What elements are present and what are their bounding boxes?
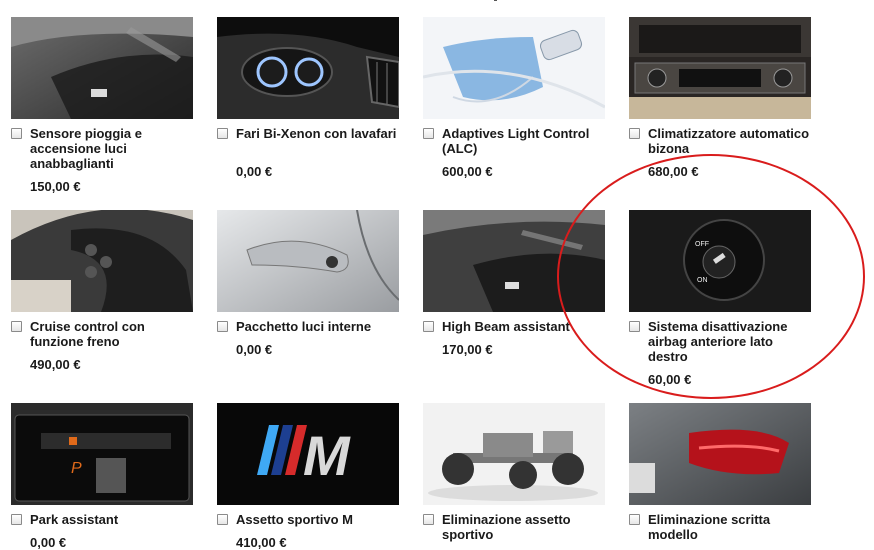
- product-name: Pacchetto luci interne: [236, 319, 372, 334]
- door-handle-image[interactable]: [217, 210, 399, 312]
- product-name: Fari Bi-Xenon con lavafari: [236, 126, 397, 141]
- product-checkbox[interactable]: [11, 128, 22, 139]
- tail-light-image[interactable]: [629, 403, 811, 505]
- park-display-image[interactable]: P: [11, 403, 193, 505]
- rear-view-mirror-sensor-image[interactable]: [423, 210, 605, 312]
- climate-control-panel-image[interactable]: [629, 17, 811, 119]
- adaptive-light-beam-image[interactable]: [423, 17, 605, 119]
- product-checkbox[interactable]: [423, 514, 434, 525]
- xenon-headlights-image[interactable]: [217, 17, 399, 119]
- product-checkbox[interactable]: [217, 321, 228, 332]
- product-price: 60,00 €: [648, 372, 692, 387]
- product-price: 170,00 €: [442, 342, 493, 357]
- product-name: High Beam assistant: [442, 319, 570, 334]
- product-checkbox[interactable]: [423, 321, 434, 332]
- airbag-key-switch-image[interactable]: OFF ON: [629, 210, 811, 312]
- park-letter: P: [71, 460, 82, 477]
- product-name: Assetto sportivo M: [236, 512, 354, 527]
- product-price: 490,00 €: [30, 357, 81, 372]
- airbag-on-label: ON: [697, 277, 708, 284]
- m-logo-letter: M: [303, 424, 351, 487]
- chassis-image[interactable]: [423, 403, 605, 505]
- product-price: 0,00 €: [30, 535, 67, 550]
- steering-wheel-buttons-image[interactable]: [11, 210, 193, 312]
- product-price: 410,00 €: [236, 535, 287, 550]
- product-name: Eliminazione scritta modello: [648, 512, 771, 542]
- product-name: Sensore pioggia e accensione luci anabba…: [30, 126, 142, 171]
- product-checkbox[interactable]: [629, 514, 640, 525]
- product-checkbox[interactable]: [11, 321, 22, 332]
- product-price: 0,00 €: [236, 164, 273, 179]
- product-checkbox[interactable]: [629, 321, 640, 332]
- product-name: Adaptives Light Control (ALC): [442, 126, 590, 156]
- airbag-off-label: OFF: [695, 241, 709, 248]
- product-price: 600,00 €: [442, 164, 493, 179]
- product-name: Cruise control con funzione freno: [30, 319, 145, 349]
- product-price: 0,00 €: [236, 342, 273, 357]
- product-name: Eliminazione assetto sportivo: [442, 512, 571, 542]
- cropped-text-fragment: [494, 0, 497, 1]
- product-checkbox[interactable]: [629, 128, 640, 139]
- product-name: Climatizzatore automatico bizona: [648, 126, 810, 156]
- product-price: 150,00 €: [30, 179, 81, 194]
- product-price: 680,00 €: [648, 164, 699, 179]
- product-checkbox[interactable]: [11, 514, 22, 525]
- product-checkbox[interactable]: [217, 514, 228, 525]
- product-name: Sistema disattivazione airbag anteriore …: [648, 319, 788, 364]
- product-checkbox[interactable]: [217, 128, 228, 139]
- rain-sensor-mirror-image[interactable]: [11, 17, 193, 119]
- product-checkbox[interactable]: [423, 128, 434, 139]
- m-logo-image[interactable]: M: [217, 403, 399, 505]
- product-name: Park assistant: [30, 512, 119, 527]
